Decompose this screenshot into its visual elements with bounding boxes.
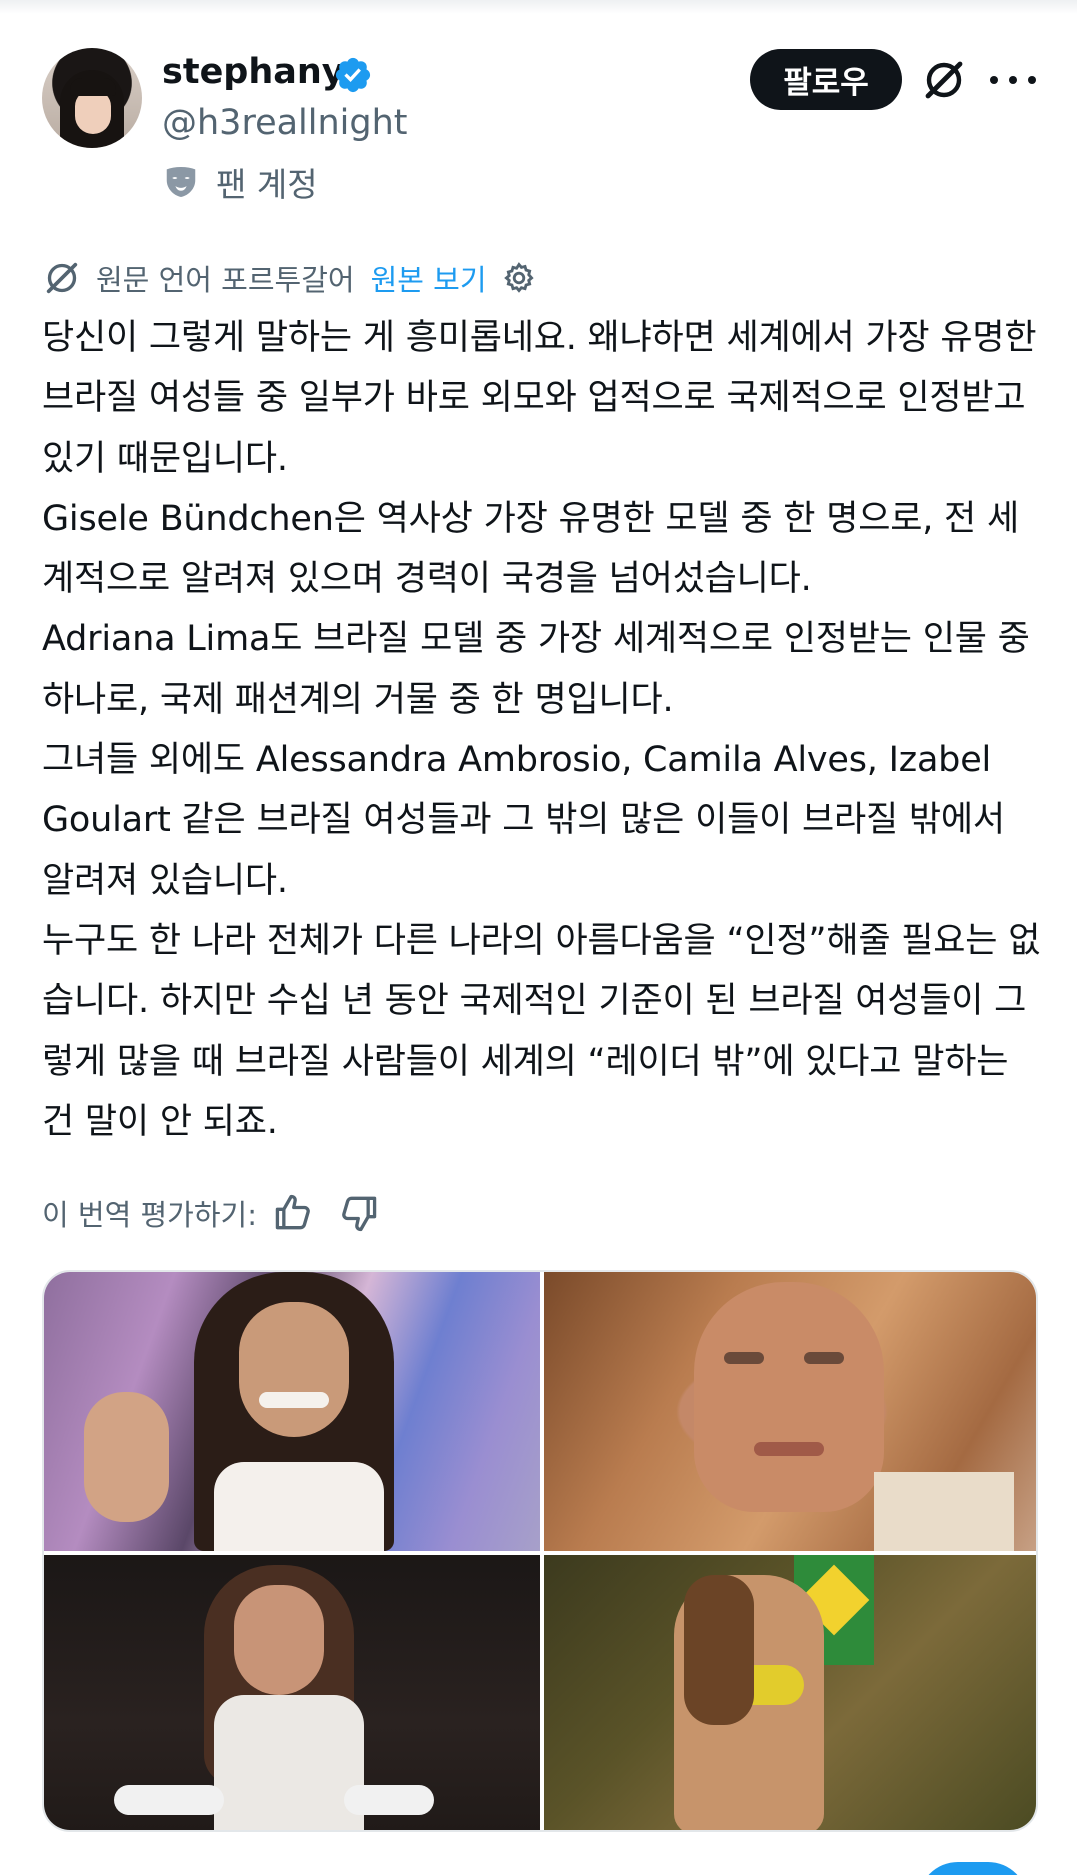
photo-4[interactable]: [544, 1555, 1036, 1830]
show-original-link[interactable]: 원본 보기: [371, 257, 487, 299]
media-grid: [42, 1270, 1038, 1832]
user-handle[interactable]: @h3reallnight: [162, 101, 408, 145]
photo-3[interactable]: [44, 1555, 540, 1830]
account-type-label: 팬 계정: [216, 165, 318, 204]
rate-translation: 이 번역 평가하기:: [42, 1188, 403, 1238]
display-name[interactable]: stephany: [162, 50, 345, 94]
photo-2[interactable]: [544, 1272, 1036, 1551]
tweet-text: 당신이 그렇게 말하는 게 흥미롭네요. 왜냐하면 세계에서 가장 유명한 브라…: [42, 318, 1041, 1142]
more-icon[interactable]: [990, 60, 1036, 100]
source-language-label: 원문 언어 포르투갈어: [96, 263, 355, 297]
avatar[interactable]: [42, 48, 142, 148]
gear-icon[interactable]: [501, 260, 537, 296]
top-edge: [0, 0, 1077, 14]
photo-1[interactable]: [44, 1272, 540, 1551]
grok-translate-icon: [46, 262, 78, 294]
rate-translation-label: 이 번역 평가하기:: [42, 1198, 257, 1232]
translation-bar: 원문 언어 포르투갈어 원본 보기: [42, 256, 537, 300]
compose-button[interactable]: [918, 1862, 1028, 1875]
verified-badge-icon: [335, 57, 371, 93]
follow-button[interactable]: 팔로우: [750, 49, 902, 110]
grok-icon[interactable]: [920, 56, 968, 104]
thumbs-up-icon[interactable]: [271, 1191, 315, 1235]
mask-icon: [166, 166, 196, 198]
thumbs-down-icon[interactable]: [337, 1191, 381, 1235]
account-type: 팬 계정: [162, 160, 318, 204]
